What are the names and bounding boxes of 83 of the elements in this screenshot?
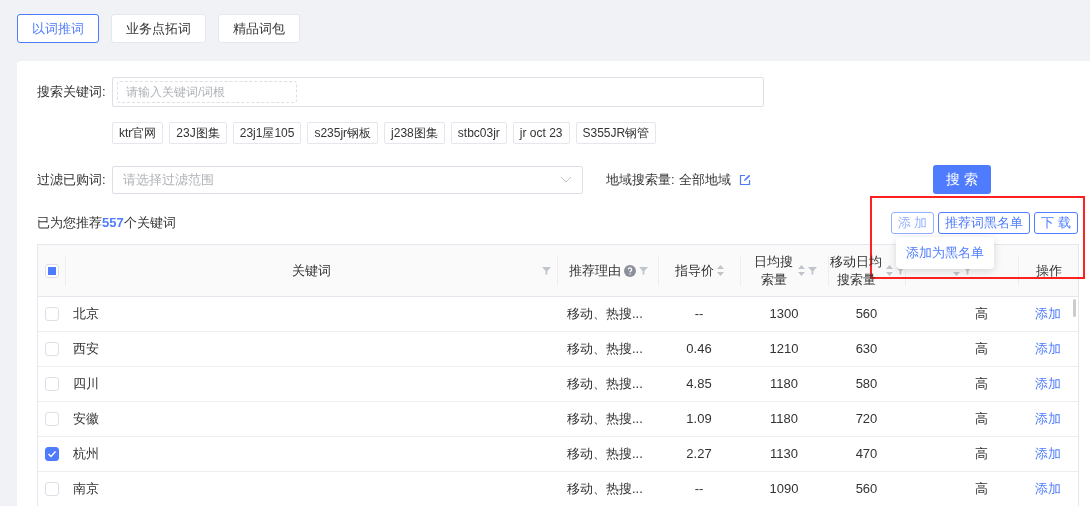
check-icon — [46, 449, 57, 459]
keyword-tag[interactable]: 23J图集 — [169, 122, 227, 144]
table-cell: 高 — [975, 481, 988, 497]
sort-icon[interactable] — [886, 265, 893, 276]
tab[interactable]: 精品词包 — [218, 14, 300, 43]
action-button[interactable]: 推荐词黑名单 — [938, 212, 1031, 234]
action-button[interactable]: 添 加 — [890, 212, 935, 234]
keyword-tag[interactable]: stbc03jr — [450, 122, 507, 144]
table-cell: 移动、热搜... — [567, 411, 643, 427]
region-value: 全部地域 — [678, 170, 731, 189]
field-label: 搜索关键词: — [37, 83, 107, 102]
table-cell: 1300 — [769, 306, 799, 322]
keyword-tag[interactable]: jr oct 23 — [512, 122, 570, 144]
keyword-input[interactable]: 请输入关键词/词根 — [117, 81, 297, 103]
table-cell: 2.27 — [686, 446, 712, 462]
add-link[interactable]: 添加 — [1035, 481, 1061, 497]
tab[interactable]: 业务点拓词 — [111, 14, 206, 43]
tab[interactable]: 以词推词 — [17, 14, 99, 43]
keyword-tag[interactable]: 23j1屋105 — [232, 122, 302, 144]
table-cell: 四川 — [73, 376, 99, 392]
column-header: 指导价 — [675, 261, 714, 280]
scrollbar[interactable] — [1073, 299, 1076, 317]
table-cell: 高 — [975, 341, 988, 357]
search-button[interactable]: 搜 索 — [932, 165, 991, 194]
table-cell: 杭州 — [73, 446, 99, 462]
table-cell: 1130 — [770, 446, 798, 462]
keyword-tag[interactable]: j238图集 — [384, 122, 445, 144]
table-cell: 1180 — [770, 376, 798, 392]
add-link[interactable]: 添加 — [1035, 376, 1061, 392]
column-header: 日均搜索量 — [753, 252, 794, 289]
edit-icon[interactable] — [738, 173, 751, 186]
table-cell: 1090 — [769, 481, 799, 497]
table-cell: 西安 — [73, 341, 99, 357]
table-cell: 630 — [855, 341, 878, 357]
table-cell: 560 — [855, 306, 878, 322]
table-cell: 移动、热搜... — [567, 481, 643, 497]
table-cell: 4.85 — [686, 376, 712, 392]
table-cell: 720 — [855, 411, 878, 427]
table-cell: 470 — [855, 446, 878, 462]
keyword-tag[interactable]: ktr官网 — [112, 122, 164, 144]
table-cell: 高 — [975, 411, 988, 427]
help-icon[interactable] — [623, 264, 636, 277]
add-link[interactable]: 添加 — [1035, 446, 1061, 462]
table-cell: -- — [694, 306, 704, 322]
search-field[interactable]: 请输入关键词/词根 — [112, 77, 764, 107]
add-link[interactable]: 添加 — [1035, 341, 1061, 357]
table-cell: 1.09 — [686, 411, 712, 427]
table-cell: 高 — [975, 376, 988, 392]
field-label: 过滤已购词: — [37, 170, 107, 189]
table-cell: 560 — [855, 481, 878, 497]
table-cell: 南京 — [73, 481, 99, 497]
table-cell: 1210 — [769, 341, 799, 357]
add-link[interactable]: 添加 — [1035, 411, 1061, 427]
action-button[interactable]: 下 载 — [1034, 212, 1078, 234]
sort-icon[interactable] — [717, 265, 724, 276]
filter-icon[interactable] — [638, 266, 648, 275]
table-cell: 安徽 — [73, 411, 99, 427]
keyword-tag[interactable]: s235jr钢板 — [307, 122, 379, 144]
table-cell: 移动、热搜... — [567, 376, 643, 392]
column-header: 关键词 — [292, 261, 331, 280]
table-cell: 0.46 — [686, 341, 712, 357]
filter-icon[interactable] — [807, 266, 817, 275]
filter-select[interactable]: 请选择过滤范围 — [112, 165, 583, 194]
table-cell: 移动、热搜... — [567, 341, 643, 357]
table-cell: -- — [694, 481, 704, 497]
checkbox[interactable] — [44, 447, 59, 461]
menu-item[interactable]: 添加为黑名单 — [906, 245, 984, 260]
result-summary: 已为您推荐557个关键词 — [37, 214, 176, 233]
table-cell: 580 — [855, 376, 878, 392]
filter-icon[interactable] — [542, 266, 551, 275]
sort-icon[interactable] — [797, 265, 805, 276]
chevron-down-icon — [560, 176, 572, 183]
column-header: 操作 — [1035, 261, 1062, 280]
table-cell: 高 — [975, 306, 988, 322]
table-cell: 高 — [975, 446, 988, 462]
field-label: 地域搜索量: — [606, 170, 675, 189]
table-cell: 移动、热搜... — [567, 446, 643, 462]
add-link[interactable]: 添加 — [1035, 306, 1061, 322]
table-cell: 1180 — [770, 411, 798, 427]
table-cell: 北京 — [73, 306, 99, 322]
table-cell: 移动、热搜... — [567, 306, 643, 322]
keyword-tag[interactable]: S355JR钢管 — [575, 122, 657, 144]
column-header: 推荐理由 — [568, 261, 621, 280]
